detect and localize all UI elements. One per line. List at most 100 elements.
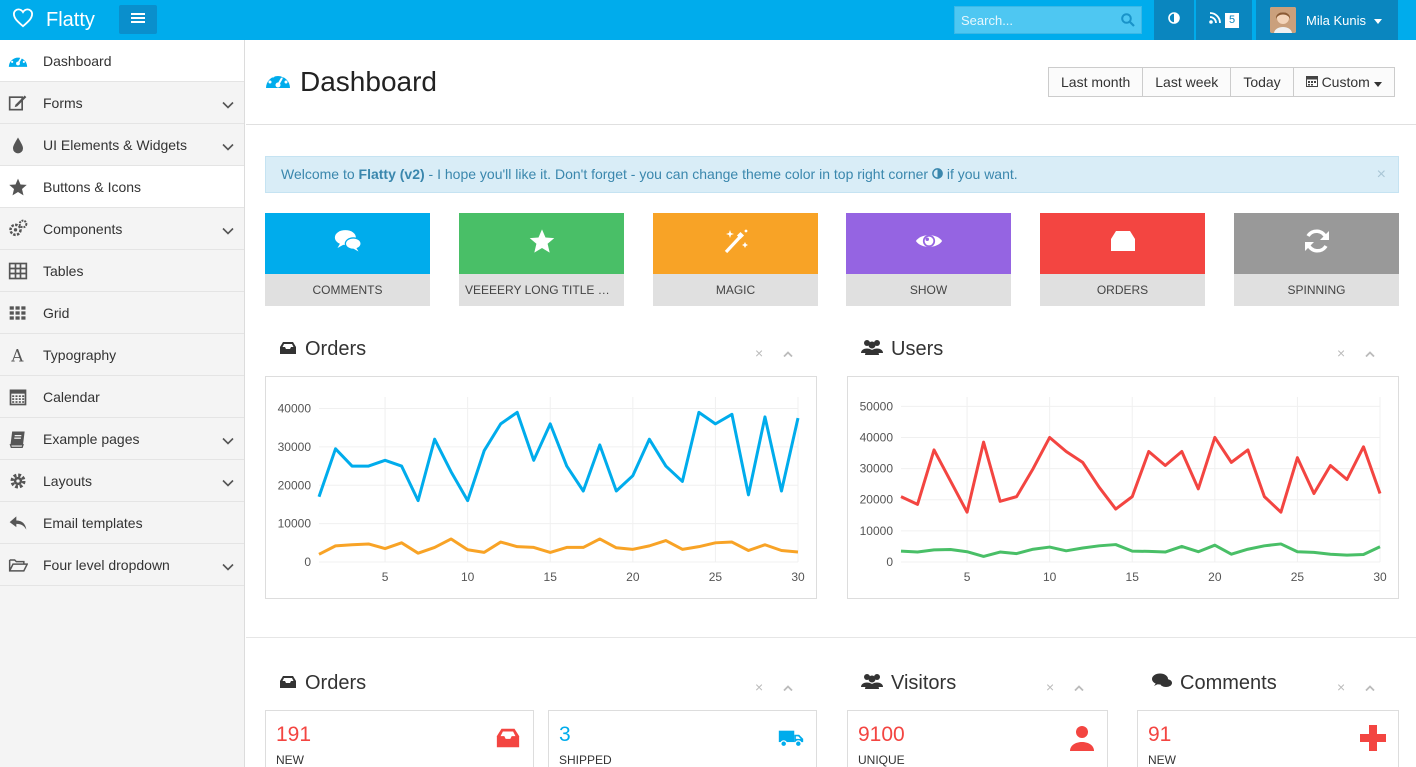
calendar-icon [1305, 74, 1318, 90]
alert-brand: Flatty (v2) [358, 166, 425, 182]
tile-body [265, 213, 430, 274]
quick-tile-magic[interactable]: MAGIC [653, 213, 818, 306]
stat-caption: SHIPPED [559, 753, 612, 767]
dashboard-icon [7, 50, 29, 72]
quick-tile-spinning[interactable]: SPINNING [1234, 213, 1399, 306]
stat-value: 91 [1148, 723, 1172, 746]
users-chart-header: Users [861, 338, 943, 361]
close-box-button[interactable]: × [755, 679, 763, 695]
user-menu[interactable]: Mila Kunis [1256, 0, 1398, 40]
search-icon[interactable] [1121, 13, 1135, 32]
grid-icon [7, 302, 29, 324]
users-icon [861, 672, 883, 695]
sidebar-item-label: Four level dropdown [43, 556, 170, 573]
x-tick-label: 10 [1043, 570, 1057, 584]
sidebar-item-label: Components [43, 220, 123, 237]
sidebar-item-label: Example pages [43, 430, 140, 447]
welcome-alert: Welcome to Flatty (v2) - I hope you'll l… [265, 156, 1399, 193]
visitors-header: Visitors [861, 672, 956, 695]
x-tick-label: 5 [964, 570, 971, 584]
quick-tile-orders[interactable]: ORDERS [1040, 213, 1205, 306]
date-range-picker: Last month Last week Today Custom [1048, 67, 1395, 97]
x-tick-label: 10 [461, 570, 475, 584]
stat-box-unique: 9100 UNIQUE [847, 710, 1108, 767]
adjust-icon [932, 166, 943, 182]
today-button[interactable]: Today [1231, 68, 1294, 96]
close-box-button[interactable]: × [1337, 345, 1345, 361]
stat-box-shipped: 3 SHIPPED [548, 710, 817, 767]
last-month-button[interactable]: Last month [1049, 68, 1144, 96]
sidebar-item-grid[interactable]: Grid [0, 292, 244, 334]
sidebar-item-tables[interactable]: Tables [0, 250, 244, 292]
sidebar-item-typography[interactable]: A Typography [0, 334, 244, 376]
sidebar: Dashboard Forms UI Elements & Widgets Butto… [0, 40, 245, 767]
rss-button[interactable]: 5 [1196, 0, 1252, 40]
sidebar-item-forms[interactable]: Forms [0, 82, 244, 124]
top-navbar: Flatty 5 Mila Kunis [0, 0, 1416, 40]
quick-tile-comments[interactable]: COMMENTS [265, 213, 430, 306]
custom-range-button[interactable]: Custom [1293, 68, 1394, 96]
avatar [1270, 7, 1296, 33]
stat-value: 191 [276, 723, 312, 746]
cogs-icon [7, 218, 29, 240]
sidebar-item-email-templates[interactable]: Email templates [0, 502, 244, 544]
x-tick-label: 25 [1291, 570, 1305, 584]
rss-count-badge: 5 [1224, 12, 1240, 28]
svg-text:A: A [10, 346, 24, 364]
sidebar-item-four-level-dropdown[interactable]: Four level dropdown [0, 544, 244, 586]
dashboard-icon [264, 68, 292, 97]
x-tick-label: 30 [1373, 570, 1387, 584]
x-tick-label: 15 [1126, 570, 1140, 584]
series-line [317, 410, 800, 503]
caret-down-icon [1373, 74, 1382, 90]
sidebar-item-components[interactable]: Components [0, 208, 244, 250]
orders-stats-header: Orders [279, 672, 366, 695]
close-box-button[interactable]: × [755, 345, 763, 361]
sidebar-item-calendar[interactable]: Calendar [0, 376, 244, 418]
refresh-icon [1303, 227, 1331, 260]
main-content: Dashboard Last month Last week Today Cus… [246, 40, 1416, 767]
tile-body [1234, 213, 1399, 274]
x-tick-label: 20 [626, 570, 640, 584]
chevron-up-icon[interactable] [1365, 678, 1375, 696]
theme-switcher-button[interactable] [1154, 0, 1194, 40]
y-tick-label: 20000 [278, 478, 312, 492]
chevron-up-icon[interactable] [783, 344, 793, 362]
brand[interactable]: Flatty [12, 6, 95, 34]
reply-icon [7, 512, 29, 534]
sidebar-item-dashboard[interactable]: Dashboard [0, 40, 244, 82]
x-tick-label: 30 [791, 570, 805, 584]
x-tick-label: 5 [382, 570, 389, 584]
book-icon [7, 428, 29, 450]
x-tick-label: 15 [544, 570, 558, 584]
calendar-icon [7, 386, 29, 408]
custom-label: Custom [1321, 74, 1370, 90]
sidebar-item-buttons-icons[interactable]: Buttons & Icons [0, 166, 244, 208]
series-line [318, 537, 799, 556]
inbox-icon [279, 672, 297, 695]
user-name: Mila Kunis [1306, 12, 1366, 28]
last-week-button[interactable]: Last week [1143, 68, 1232, 96]
comments-tools: × [1337, 678, 1375, 696]
chevron-up-icon[interactable] [783, 678, 793, 696]
quick-tile-veeeery[interactable]: VEEEERY LONG TITLE OF THE BOX [459, 213, 624, 306]
chevron-up-icon[interactable] [1074, 678, 1084, 696]
tile-body [1040, 213, 1205, 274]
alert-close-button[interactable]: × [1377, 157, 1386, 192]
stat-value: 3 [559, 723, 571, 746]
close-box-button[interactable]: × [1337, 679, 1345, 695]
sidebar-item-label: Layouts [43, 472, 93, 489]
inbox-icon [1109, 227, 1137, 260]
chevron-up-icon[interactable] [1365, 344, 1375, 362]
tile-label: MAGIC [653, 274, 818, 306]
quick-tile-show[interactable]: SHOW [846, 213, 1011, 306]
chevron-down-icon [222, 222, 234, 238]
y-tick-label: 20000 [860, 493, 894, 507]
sidebar-item-example-pages[interactable]: Example pages [0, 418, 244, 460]
close-box-button[interactable]: × [1046, 679, 1054, 695]
sidebar-item-layouts[interactable]: Layouts [0, 460, 244, 502]
sidebar-item-ui-elements-widgets[interactable]: UI Elements & Widgets [0, 124, 244, 166]
search-input[interactable] [955, 7, 1115, 33]
sidebar-toggle-button[interactable] [119, 5, 157, 34]
x-tick-label: 25 [709, 570, 723, 584]
